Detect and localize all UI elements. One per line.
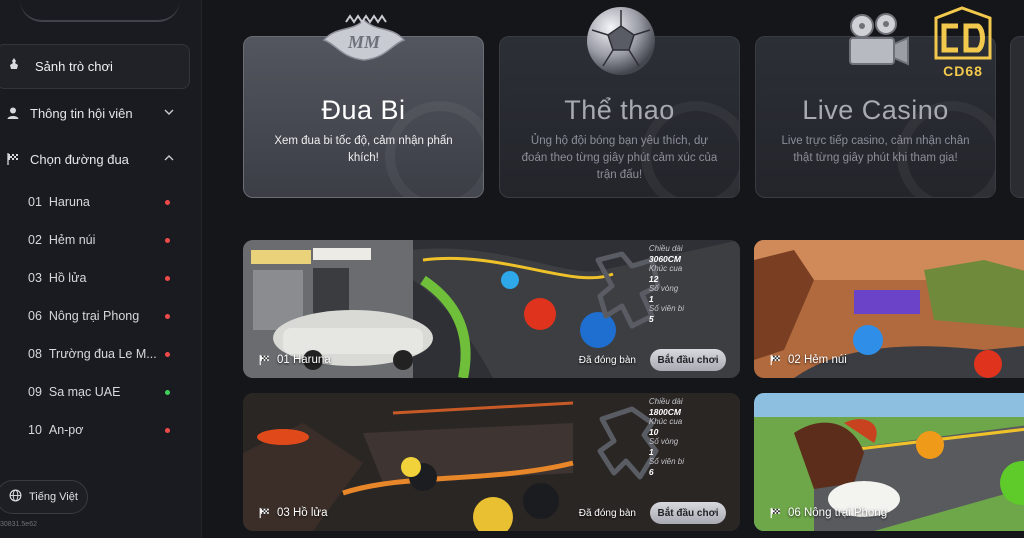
start-play-button[interactable]: Bắt đầu chơi: [650, 349, 726, 371]
category-description: Ủng hộ đội bóng bạn yêu thích, dự đoán t…: [521, 135, 718, 181]
track-label: Nông trại Phong: [48, 309, 140, 323]
status-dot: [165, 352, 170, 357]
race-card[interactable]: 06 Nông trại Phong: [754, 393, 1024, 531]
race-name: 02 Hẻm núi: [769, 354, 847, 366]
logo-text: CD68: [943, 63, 983, 79]
status-dot: [165, 314, 170, 319]
category-title: Live Casino: [802, 95, 949, 125]
language-label: Tiếng Việt: [29, 491, 78, 503]
stat-label: Số vòng: [648, 284, 679, 293]
status-dot: [165, 276, 170, 281]
race-name: 03 Hồ lửa: [258, 507, 328, 519]
user-icon: [6, 106, 20, 120]
track-number: 08: [28, 347, 42, 361]
race-name-label: 03 Hồ lửa: [277, 507, 328, 519]
sidebar-top-decoration: [20, 0, 180, 22]
track-label: Sa mạc UAE: [48, 385, 121, 399]
stat-value: 6: [648, 467, 654, 477]
sidebar: Sảnh trò chơi Thông tin hội viên Chọn đư…: [0, 0, 202, 538]
stat-value: 12: [648, 274, 659, 284]
sidebar-item-track[interactable]: 01 Haruna: [28, 187, 178, 217]
checkered-flag-icon: [770, 354, 780, 366]
sidebar-item-label: Chọn đường đua: [30, 151, 129, 167]
race-name: 06 Nông trại Phong: [769, 507, 887, 519]
start-play-button[interactable]: Bắt đầu chơi: [650, 502, 726, 524]
stat-value: 5: [648, 314, 654, 324]
sidebar-item-game-lobby[interactable]: Sảnh trò chơi: [0, 44, 190, 89]
stat-label: Chiều dài: [648, 244, 683, 253]
checkered-flag-icon: [770, 507, 780, 519]
checkered-flag-icon: [6, 152, 20, 166]
race-status: Đã đóng bàn: [578, 355, 636, 366]
track-number: 01: [28, 195, 42, 209]
pawn-icon: [7, 57, 21, 76]
track-label: Hẻm núi: [48, 233, 96, 247]
status-dot: [165, 200, 170, 205]
checkered-flag-icon: [259, 507, 269, 519]
stat-value: 1: [648, 294, 654, 304]
track-number: 10: [28, 423, 42, 437]
track-label: Trường đua Le M...: [48, 347, 157, 361]
film-camera-icon: [849, 13, 909, 66]
track-stats: Chiều dài 1800CM Khúc cua 10 Số vòng 1 S…: [649, 397, 684, 477]
checkered-flag-icon: [259, 354, 269, 366]
sidebar-item-label: Thông tin hội viên: [30, 105, 133, 121]
stat-label: Số viên bi: [648, 304, 684, 313]
track-number: 06: [28, 309, 42, 323]
race-name-label: 01 Haruna: [277, 354, 331, 366]
stat-value: 3060CM: [648, 254, 681, 264]
race-card[interactable]: 02 Hẻm núi: [754, 240, 1024, 378]
sidebar-item-member-info[interactable]: Thông tin hội viên: [0, 93, 190, 133]
sidebar-item-track[interactable]: 09 Sa mạc UAE: [28, 377, 178, 407]
status-dot: [165, 390, 170, 395]
chevron-up-icon: [164, 155, 174, 161]
stat-label: Số vòng: [648, 437, 679, 446]
language-button[interactable]: Tiếng Việt: [0, 480, 88, 514]
race-status: Đã đóng bàn: [578, 508, 636, 519]
sidebar-item-track[interactable]: 06 Nông trại Phong: [28, 301, 178, 331]
sidebar-item-track[interactable]: 02 Hẻm núi: [28, 225, 178, 255]
version-text: 30831.5e62: [0, 521, 37, 528]
stat-label: Chiều dài: [648, 397, 683, 406]
soccer-ball-icon: [587, 7, 655, 75]
race-card[interactable]: Chiều dài 3060CM Khúc cua 12 Số vòng 1 S…: [243, 240, 740, 378]
main-content: Đua Bi Xem đua bi tốc độ, cảm nhận phấn …: [202, 0, 1024, 538]
stat-value: 1800CM: [648, 407, 681, 417]
app-root: Sảnh trò chơi Thông tin hội viên Chọn đư…: [0, 0, 1024, 538]
stat-value: 1: [648, 447, 654, 457]
cd68-logo: CD68: [934, 6, 992, 79]
category-title: Thể thao: [564, 95, 675, 125]
sidebar-item-choose-track[interactable]: Chọn đường đua: [0, 139, 190, 179]
chevron-down-icon: [164, 109, 174, 115]
sidebar-item-track[interactable]: 10 An-pơ: [28, 415, 178, 445]
race-name-label: 06 Nông trại Phong: [788, 507, 888, 519]
track-stats: Chiều dài 3060CM Khúc cua 12 Số vòng 1 S…: [649, 244, 684, 324]
category-description: Live trực tiếp casino, cảm nhận chân thậ…: [781, 135, 970, 164]
race-name: 01 Haruna: [258, 354, 331, 366]
track-label: Haruna: [48, 195, 90, 209]
stat-value: 10: [648, 427, 659, 437]
race-name-label: 02 Hẻm núi: [788, 354, 847, 366]
track-number: 03: [28, 271, 42, 285]
category-card-partial[interactable]: [1010, 36, 1024, 198]
status-dot: [165, 238, 170, 243]
track-number: 02: [28, 233, 42, 247]
globe-icon: [9, 489, 22, 505]
svg-text:MM: MM: [347, 32, 381, 52]
track-label: Hồ lửa: [48, 271, 87, 285]
race-card[interactable]: Chiều dài 1800CM Khúc cua 10 Số vòng 1 S…: [243, 393, 740, 531]
track-label: An-pơ: [48, 423, 84, 437]
status-dot: [165, 428, 170, 433]
sidebar-item-track[interactable]: 03 Hồ lửa: [28, 263, 178, 293]
stat-label: Khúc cua: [648, 264, 683, 273]
stat-label: Khúc cua: [648, 417, 683, 426]
stat-label: Số viên bi: [648, 457, 684, 466]
category-title: Đua Bi: [321, 95, 406, 125]
mm-crest-icon: MM: [322, 14, 406, 61]
sidebar-item-label: Sảnh trò chơi: [35, 59, 113, 74]
track-number: 09: [28, 385, 42, 399]
sidebar-item-track[interactable]: 08 Trường đua Le M...: [28, 339, 178, 369]
category-description: Xem đua bi tốc độ, cảm nhận phấn khích!: [274, 135, 453, 164]
